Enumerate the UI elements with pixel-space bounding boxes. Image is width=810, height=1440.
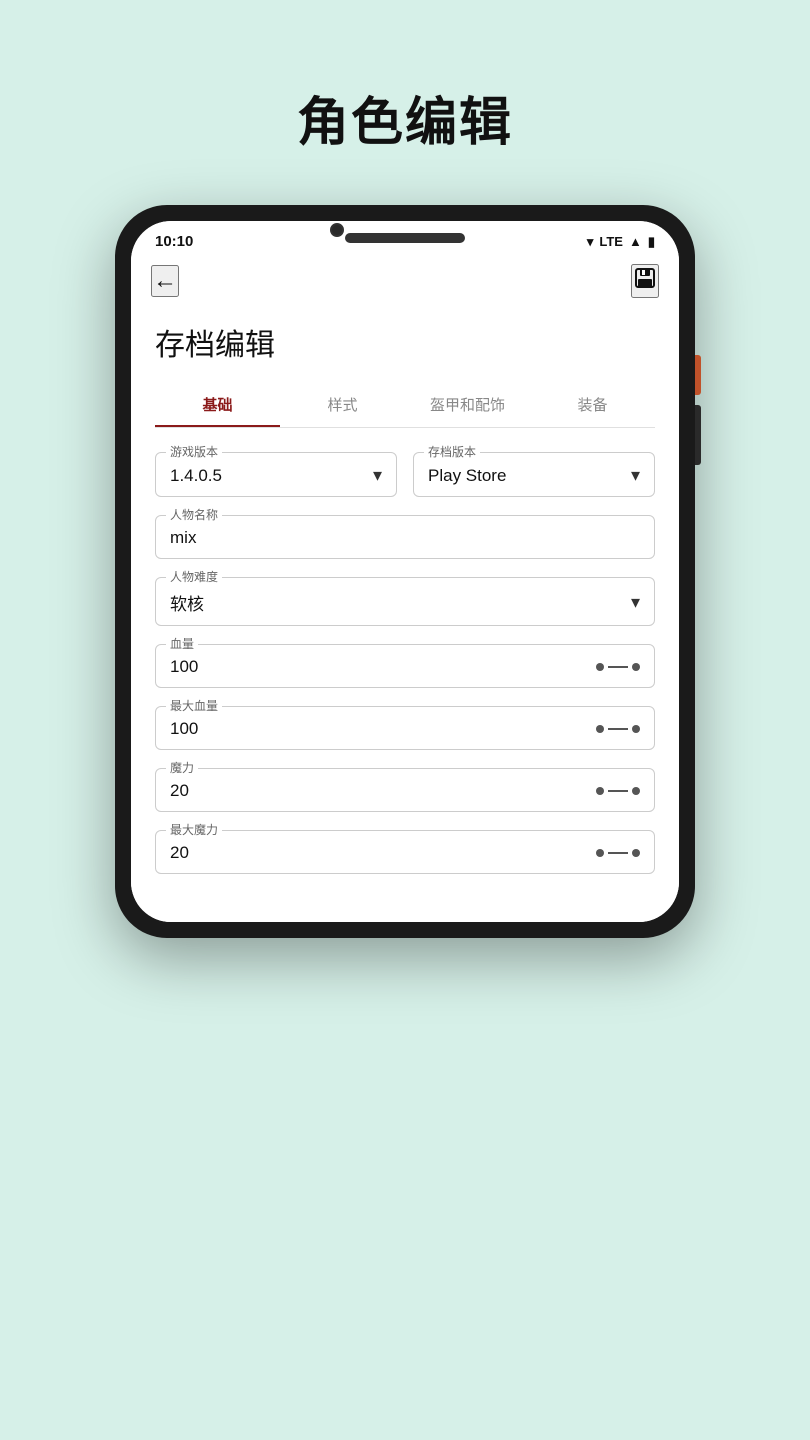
section-title: 存档编辑 bbox=[155, 320, 655, 364]
character-name-label: 人物名称 bbox=[166, 506, 222, 523]
max-mana-row: 最大魔力 20 bbox=[155, 830, 655, 874]
top-bar: ← bbox=[131, 256, 679, 310]
save-version-dropdown-icon: ▾ bbox=[631, 465, 640, 486]
difficulty-label: 人物难度 bbox=[166, 568, 222, 585]
max-hp-stepper-icon[interactable] bbox=[596, 725, 640, 733]
mana-row: 魔力 20 bbox=[155, 768, 655, 812]
hp-row: 血量 100 bbox=[155, 644, 655, 688]
phone-side-buttons bbox=[695, 405, 701, 465]
status-bar: 10:10 ▾ LTE ▲ ▮ bbox=[131, 221, 679, 256]
max-hp-row: 最大血量 100 bbox=[155, 706, 655, 750]
back-button[interactable]: ← bbox=[151, 265, 179, 297]
mana-label: 魔力 bbox=[166, 759, 198, 776]
game-version-dropdown-icon: ▾ bbox=[373, 465, 382, 486]
hp-field[interactable]: 血量 100 bbox=[155, 644, 655, 688]
max-hp-field[interactable]: 最大血量 100 bbox=[155, 706, 655, 750]
character-name-field[interactable]: 人物名称 mix bbox=[155, 515, 655, 559]
tab-style[interactable]: 样式 bbox=[280, 384, 405, 427]
difficulty-field[interactable]: 人物难度 软核 ▾ bbox=[155, 577, 655, 626]
tab-bar: 基础 样式 盔甲和配饰 装备 bbox=[155, 384, 655, 428]
page-title: 角色编辑 bbox=[297, 80, 513, 155]
lte-label: LTE bbox=[599, 234, 623, 249]
max-mana-stepper-icon[interactable] bbox=[596, 849, 640, 857]
hp-value: 100 bbox=[170, 657, 640, 677]
max-mana-value: 20 bbox=[170, 843, 640, 863]
version-row: 游戏版本 1.4.0.5 ▾ 存档版本 Play Store ▾ bbox=[155, 452, 655, 497]
mana-value: 20 bbox=[170, 781, 640, 801]
tab-basic[interactable]: 基础 bbox=[155, 384, 280, 427]
max-hp-value: 100 bbox=[170, 719, 640, 739]
max-mana-field[interactable]: 最大魔力 20 bbox=[155, 830, 655, 874]
mana-stepper-icon[interactable] bbox=[596, 787, 640, 795]
save-button[interactable] bbox=[631, 264, 659, 298]
hp-label: 血量 bbox=[166, 635, 198, 652]
battery-icon: ▮ bbox=[648, 234, 655, 250]
max-mana-label: 最大魔力 bbox=[166, 821, 222, 838]
status-icons: ▾ LTE ▲ ▮ bbox=[587, 234, 655, 250]
phone-camera bbox=[330, 223, 344, 237]
difficulty-dropdown-icon: ▾ bbox=[631, 592, 640, 613]
game-version-label: 游戏版本 bbox=[166, 443, 222, 460]
save-version-field[interactable]: 存档版本 Play Store ▾ bbox=[413, 452, 655, 497]
max-hp-label: 最大血量 bbox=[166, 697, 222, 714]
save-version-label: 存档版本 bbox=[424, 443, 480, 460]
hp-stepper-icon[interactable] bbox=[596, 663, 640, 671]
difficulty-row: 人物难度 软核 ▾ bbox=[155, 577, 655, 626]
content-area: 存档编辑 基础 样式 盔甲和配饰 装备 游戏版本 1.4.0.5 ▾ 存档版 bbox=[131, 320, 679, 922]
mana-field[interactable]: 魔力 20 bbox=[155, 768, 655, 812]
phone-shell: 10:10 ▾ LTE ▲ ▮ ← 存档编辑 bbox=[115, 205, 695, 938]
wifi-icon: ▾ bbox=[587, 234, 594, 250]
game-version-value: 1.4.0.5 ▾ bbox=[170, 465, 382, 486]
tab-armor[interactable]: 盔甲和配饰 bbox=[405, 384, 530, 427]
phone-screen: 10:10 ▾ LTE ▲ ▮ ← 存档编辑 bbox=[131, 221, 679, 922]
character-name-value: mix bbox=[170, 528, 640, 548]
difficulty-value: 软核 ▾ bbox=[170, 590, 640, 615]
tab-equipment[interactable]: 装备 bbox=[530, 384, 655, 427]
save-version-value: Play Store ▾ bbox=[428, 465, 640, 486]
signal-icon: ▲ bbox=[629, 234, 642, 249]
character-name-row: 人物名称 mix bbox=[155, 515, 655, 559]
status-time: 10:10 bbox=[155, 233, 193, 250]
game-version-field[interactable]: 游戏版本 1.4.0.5 ▾ bbox=[155, 452, 397, 497]
